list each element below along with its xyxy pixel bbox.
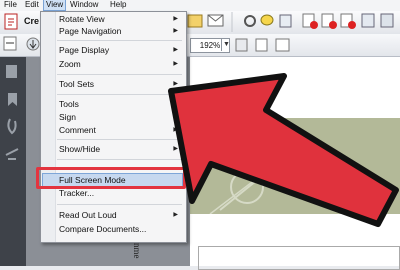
red-arrow-icon xyxy=(168,73,399,227)
